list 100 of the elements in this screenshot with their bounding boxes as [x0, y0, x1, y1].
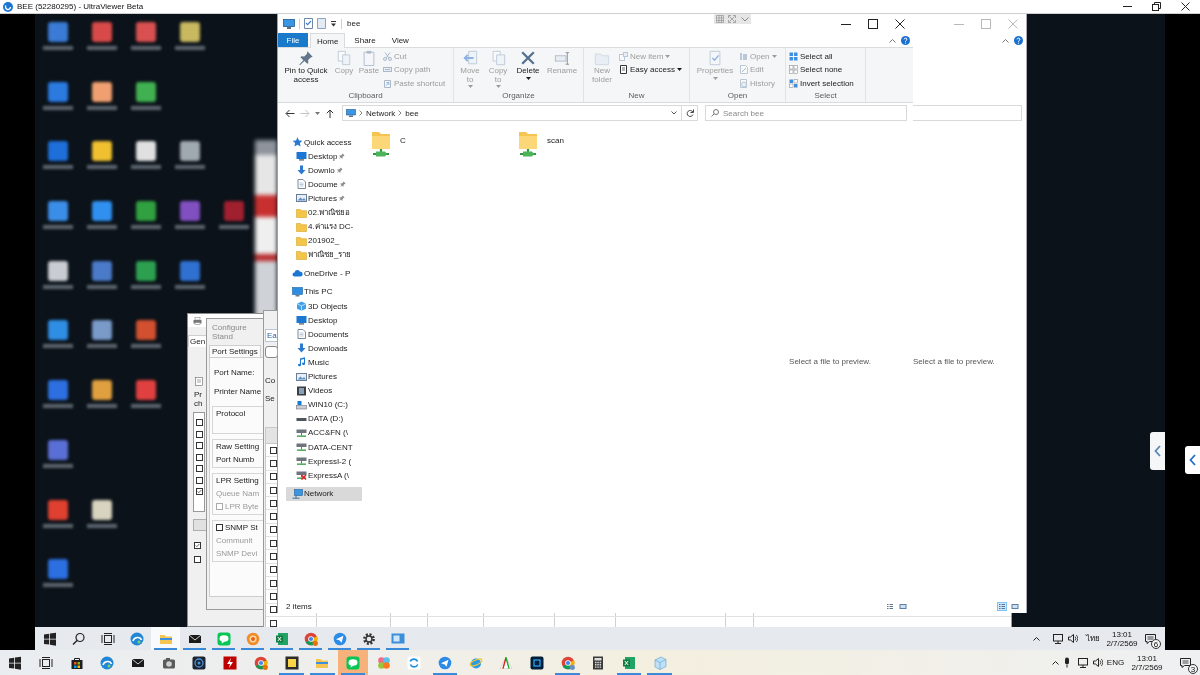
nav-item[interactable]: OneDrive - P — [286, 266, 362, 281]
ribbon-tab[interactable]: Home — [310, 33, 346, 48]
nav-item[interactable]: This PC — [286, 284, 362, 300]
nav-item[interactable]: Downloads — [290, 341, 362, 356]
checkbox[interactable] — [196, 419, 204, 426]
nav-item[interactable]: Desktop — [290, 313, 362, 328]
checkbox[interactable] — [270, 473, 277, 481]
nav-item[interactable]: ExpressA (\ — [290, 468, 362, 483]
blurred-desktop-icon[interactable] — [85, 320, 119, 349]
checklist-icon[interactable] — [304, 18, 313, 29]
nav-item[interactable]: 3D Objects — [290, 299, 362, 314]
checkbox[interactable] — [270, 606, 277, 614]
input-language-button[interactable]: ENG — [1105, 650, 1126, 675]
nav-item[interactable]: 201902_ — [290, 233, 362, 248]
checkbox[interactable] — [196, 488, 204, 495]
nav-item[interactable]: Downlo — [290, 163, 362, 178]
checkbox[interactable] — [194, 556, 201, 563]
clock-button[interactable]: 13:01 2/7/2569 — [1104, 627, 1140, 650]
address-bar[interactable]: Network bee — [342, 105, 682, 121]
notifications-button[interactable]: 6 — [1140, 627, 1161, 650]
checkbox[interactable] — [270, 592, 277, 600]
file-tab[interactable]: File — [278, 33, 308, 47]
nav-item[interactable]: Music — [290, 355, 362, 370]
back-arrow-icon[interactable] — [285, 108, 295, 118]
nav-item[interactable]: WIN10 (C:) — [290, 397, 362, 412]
nav-item[interactable]: DATA (D:) — [290, 411, 362, 426]
breadcrumb[interactable]: Network — [366, 108, 396, 118]
computer-icon[interactable] — [283, 18, 295, 29]
blurred-desktop-icon[interactable] — [129, 81, 163, 110]
nav-item[interactable]: Desktop — [290, 149, 362, 164]
checkbox[interactable] — [194, 542, 201, 549]
nav-item[interactable]: DATA-CENT — [290, 439, 362, 455]
refresh-button[interactable] — [682, 105, 698, 121]
ribbon-button[interactable]: Select none — [789, 63, 854, 76]
nav-item[interactable]: Docume — [290, 177, 362, 192]
large-icons-view-icon[interactable] — [1010, 601, 1020, 611]
checkbox[interactable] — [270, 539, 277, 547]
search-field[interactable]: Search bee — [705, 105, 907, 121]
large-icons-view-icon[interactable] — [898, 601, 908, 611]
breadcrumb[interactable]: bee — [405, 108, 419, 118]
close-icon[interactable] — [1181, 2, 1190, 11]
blurred-desktop-icon[interactable] — [173, 141, 207, 170]
details-view-icon[interactable] — [997, 601, 1007, 611]
blurred-desktop-icon[interactable] — [173, 22, 207, 50]
blurred-desktop-icon[interactable] — [85, 141, 119, 170]
checkbox[interactable] — [196, 465, 204, 472]
ribbon-button[interactable]: Select all — [789, 50, 854, 63]
checkbox[interactable] — [196, 453, 204, 461]
blurred-desktop-icon[interactable] — [85, 499, 119, 528]
nav-item[interactable]: Network — [286, 486, 362, 501]
chevron-down-icon[interactable] — [671, 111, 677, 115]
checkbox[interactable] — [270, 526, 277, 534]
caret-down-icon[interactable] — [330, 20, 337, 27]
notifications-button[interactable]: 3 — [1172, 650, 1198, 675]
checkbox[interactable] — [196, 442, 204, 449]
nav-item[interactable]: Pictures — [290, 191, 362, 206]
nav-item[interactable]: 02.พาณิชยอ — [290, 205, 362, 220]
nav-item[interactable]: 4.ค่าแรง DC- — [290, 219, 362, 234]
checkbox[interactable] — [270, 619, 277, 627]
checkbox[interactable]: SNMP St — [216, 523, 258, 532]
blurred-desktop-icon[interactable] — [85, 380, 119, 409]
ribbon-tab[interactable]: Share — [347, 33, 383, 47]
blurred-desktop-icon[interactable] — [41, 260, 75, 289]
blurred-desktop-icon[interactable] — [129, 141, 163, 170]
input-language-button[interactable]: ไทย — [1083, 627, 1103, 650]
side-panel-tab[interactable] — [1185, 446, 1200, 474]
checkbox[interactable] — [270, 446, 277, 454]
side-panel-tab[interactable] — [1150, 432, 1165, 470]
checkbox[interactable] — [270, 513, 277, 521]
blurred-desktop-icon[interactable] — [85, 81, 119, 110]
network-folder[interactable]: scan — [515, 127, 662, 159]
nav-item[interactable]: Quick access — [286, 135, 362, 150]
ribbon-button[interactable]: Invert selection — [789, 77, 854, 90]
ribbon-button[interactable]: Pin to Quick access — [281, 49, 331, 84]
ribbon-button[interactable]: Easy access — [619, 63, 682, 76]
checkbox[interactable] — [270, 553, 277, 560]
nav-item[interactable]: พาณิชย_ราย — [290, 247, 362, 262]
clock-button[interactable]: 13:01 2/7/2569 — [1128, 650, 1166, 675]
nav-item[interactable]: Documents — [290, 327, 362, 342]
nav-item[interactable]: Pictures — [290, 369, 362, 384]
chevron-up-icon[interactable] — [889, 37, 896, 43]
ribbon-tab[interactable]: View — [384, 33, 416, 47]
help-icon[interactable] — [1014, 35, 1023, 45]
search-field[interactable] — [913, 105, 1022, 121]
help-icon[interactable] — [901, 35, 910, 45]
network-folder[interactable]: C — [368, 127, 515, 159]
checkbox[interactable] — [270, 499, 277, 507]
blurred-desktop-icon[interactable] — [85, 201, 119, 230]
ribbon-button[interactable]: Delete — [513, 49, 543, 80]
close-icon[interactable] — [894, 18, 905, 29]
checkbox[interactable] — [196, 476, 204, 484]
restore-icon[interactable] — [1152, 2, 1161, 11]
maximize-icon[interactable] — [867, 18, 878, 29]
details-view-icon[interactable] — [885, 601, 895, 611]
dialog-tab[interactable]: Gen — [188, 335, 208, 347]
checkbox[interactable] — [270, 579, 277, 587]
checkbox[interactable] — [270, 566, 277, 574]
up-arrow-icon[interactable] — [326, 108, 334, 118]
blurred-desktop-icon[interactable] — [129, 260, 163, 289]
dialog-tab[interactable]: Port Settings — [209, 345, 261, 357]
